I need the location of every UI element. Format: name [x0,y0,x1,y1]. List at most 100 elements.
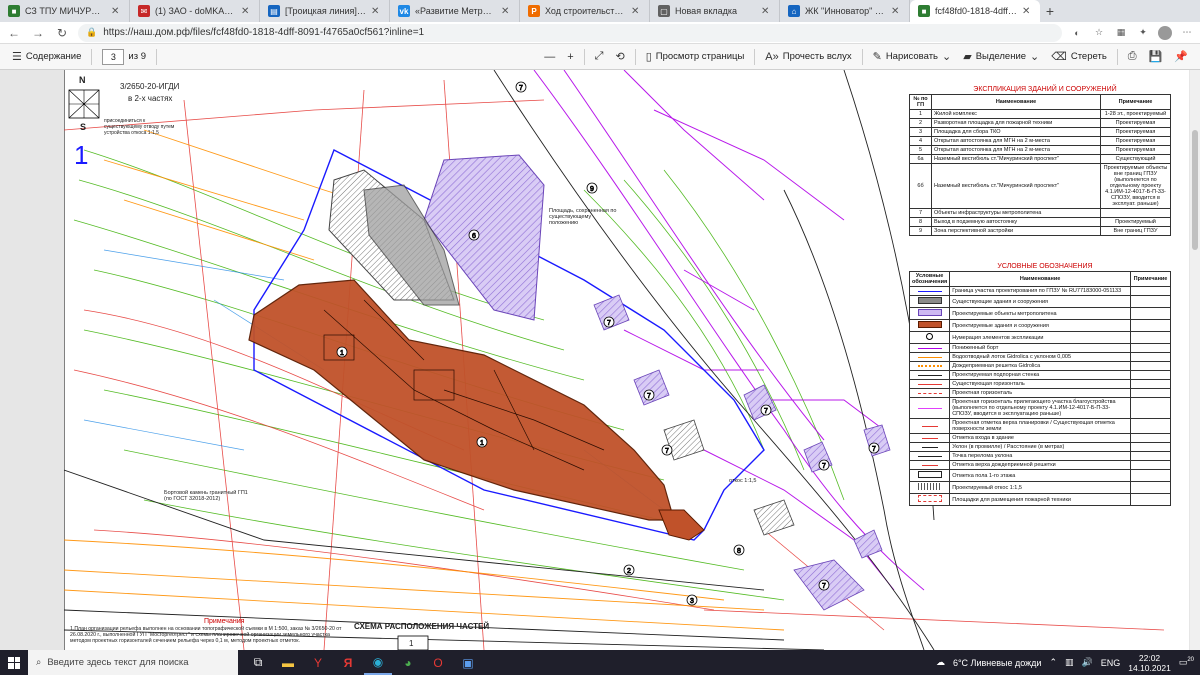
zoom-in-button[interactable]: + [561,46,579,68]
browser-tab[interactable]: ▤ [Троицкая линия] «Тютч ✕ [260,0,390,22]
opera-icon[interactable]: O [424,650,452,675]
app-icon[interactable]: ▣ [454,650,482,675]
table-cell: 5 [909,145,932,155]
chrome-icon[interactable]: ◕ [394,650,422,675]
weather-icon[interactable]: ☁ [936,657,945,668]
star-icon[interactable]: ☆ [1092,26,1106,40]
rotate-button[interactable]: ⟲ [609,46,630,68]
browser-tab[interactable]: ✉ (1) ЗАО - doMKAD.ru ✕ [130,0,260,22]
vertical-scrollbar[interactable] [1190,70,1200,650]
close-icon[interactable]: ✕ [241,6,251,17]
erase-button[interactable]: ⌫ Стереть [1045,46,1113,68]
language-indicator[interactable]: ENG [1101,658,1121,668]
extension-icon[interactable]: ◐ [1070,26,1084,40]
start-button[interactable] [0,650,28,675]
yandex-browser-icon[interactable]: Y [304,650,332,675]
close-icon[interactable]: ✕ [891,6,901,17]
read-aloud-button[interactable]: A» Прочесть вслух [759,46,857,68]
table-cell: 7 [909,208,932,218]
highlight-label: Выделение [975,51,1027,62]
new-tab-button[interactable]: + [1040,0,1060,22]
svg-text:7: 7 [665,448,669,455]
pin-icon: 📌 [1174,51,1188,63]
lock-icon[interactable]: 🔒 [86,27,97,38]
scrollbar-thumb[interactable] [1192,130,1198,250]
clock[interactable]: 22:02 14.10.2021 [1128,653,1171,673]
yandex-icon[interactable]: Я [334,650,362,675]
table-row: Граница участка проектирования по ГПЗУ №… [908,286,1171,296]
table-row: 8 Выход в подземную автостоянку Проектируе… [909,217,1171,227]
tab-favicon-icon: ⌂ [788,5,800,17]
close-icon[interactable]: ✕ [1022,6,1032,17]
explication-title: ЭКСПЛИКАЦИЯ ЗДАНИЙ И СООРУЖЕНИЙ [973,86,1117,93]
edge-icon[interactable]: ◉ [364,650,392,675]
save-button[interactable]: 💾 [1143,46,1169,68]
menu-dots-icon[interactable]: ⋯ [1180,26,1194,40]
zoom-out-button[interactable]: — [538,46,561,68]
close-icon[interactable]: ✕ [631,6,641,17]
forward-icon[interactable]: → [30,25,46,41]
legend-swatch [921,462,938,466]
legend-swatch-cell [908,481,951,494]
table-row: 2 Разворотная площадка для пожарной техни… [909,118,1171,128]
legend-name: Проектная отметка верха планировки / Сущ… [949,418,1131,434]
slope-label: откос 1:1,5 [729,478,757,484]
avatar[interactable] [1158,25,1172,40]
pdf-viewport[interactable]: 7 6 9 7 7 7 7 7 7 7 1 1 8 2 3 N S 3/2650… [0,70,1200,650]
back-icon[interactable]: ← [6,25,22,41]
browser-tab[interactable]: vk «Развитие Метрополите ✕ [390,0,520,22]
browser-tab[interactable]: P Ход строительства в ЖК ✕ [520,0,650,22]
page-view-button[interactable]: ▯ Просмотр страницы [640,46,751,68]
curb-note: Бортовой камень гранитный ГП1 (по ГОСТ 3… [164,490,248,502]
legend-header: Условные обозначения [908,271,951,287]
browser-tab[interactable]: ■ СЗ ТПУ МИЧУРИНСКИЙ ✕ [0,0,130,22]
legend-name: Проектируемые объекты метрополитена [949,307,1131,320]
contents-button[interactable]: ☰ Содержание [6,46,87,68]
close-icon[interactable]: ✕ [761,6,771,17]
taskbar-search[interactable]: ⌕ Введите здесь текст для поиска [28,650,238,675]
table-cell: 4 [909,136,932,146]
draw-button[interactable]: ✎ Нарисовать ⌄ [867,46,958,68]
print-button[interactable]: ⎙ [1122,46,1143,68]
fit-page-button[interactable]: ⤢ [589,46,610,68]
page-number-input[interactable]: 3 [102,48,125,65]
legend-header: Примечание [1130,271,1171,287]
close-icon[interactable]: ✕ [111,6,121,17]
tab-favicon-icon: vk [398,5,410,17]
weather-text[interactable]: 6°C Ливневые дожди [953,658,1042,668]
browser-tab[interactable]: ■ fcf48fd0-1818-4dff-8091-f ✕ [910,0,1040,22]
pin-button[interactable]: 📌 [1168,46,1194,68]
task-view-icon[interactable]: ⧉ [244,650,272,675]
tab-favicon-icon: ▢ [658,5,670,17]
table-row: Проектная горизонталь прилегающего участ… [908,397,1171,419]
close-icon[interactable]: ✕ [501,6,511,17]
legend-swatch [917,405,942,409]
reload-icon[interactable]: ↻ [54,25,70,41]
volume-icon[interactable]: 🔊 [1082,657,1093,668]
tray-chevron-icon[interactable]: ⌃ [1049,657,1057,668]
legend-swatch-cell [908,307,951,320]
url-input[interactable]: 🔒 https://наш.дом.рф/files/fcf48fd0-1818… [78,23,1062,42]
collections-icon[interactable]: ▦ [1114,26,1128,40]
highlighter-icon: ▰ [963,51,972,63]
legend-name: Площадки для размещения пожарной техники [949,493,1131,506]
browser-tab[interactable]: ⌂ ЖК "Инноватор" | ЕИСЖС ✕ [780,0,910,22]
puzzle-icon[interactable]: ✦ [1136,26,1150,40]
legend-note [1130,361,1171,371]
svg-text:7: 7 [822,583,826,590]
close-icon[interactable]: ✕ [371,6,381,17]
browser-tab[interactable]: ▢ Новая вкладка ✕ [650,0,780,22]
network-icon[interactable]: ▥ [1065,657,1074,668]
table-row: 6б Наземный вестибюль ст."Мичуринский про… [909,163,1171,209]
table-cell: Открытая автостоянка для МГН на 2 м-мест… [931,136,1101,146]
legend-note [1130,331,1171,344]
table-cell: 2 [909,118,932,128]
legend-name: Нумерация элементов экспликации [949,331,1131,344]
notes-title: Примечания [204,618,245,625]
page-view-label: Просмотр страницы [655,51,745,62]
file-explorer-icon[interactable]: ▬ [274,650,302,675]
highlight-button[interactable]: ▰ Выделение ⌄ [957,46,1045,68]
legend-swatch [917,381,942,385]
legend-note [1130,433,1171,443]
notifications-icon[interactable]: ▭20 [1179,657,1194,668]
